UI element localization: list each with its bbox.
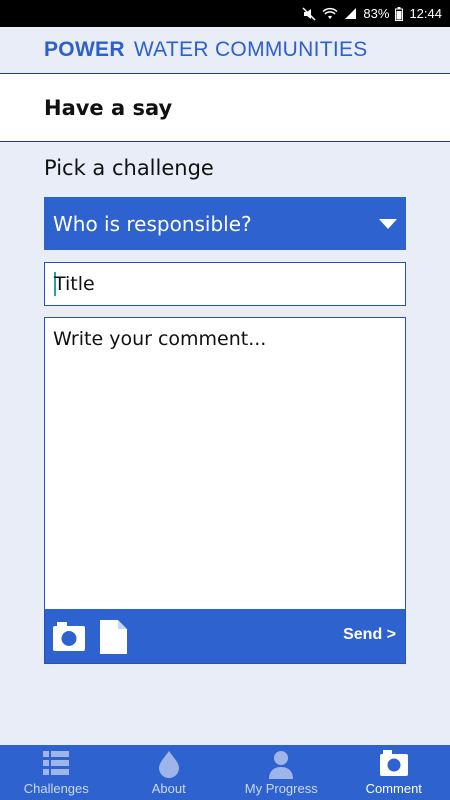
document-icon[interactable] — [99, 619, 128, 659]
nav-label-challenges: Challenges — [23, 781, 89, 796]
title-placeholder: Title — [54, 273, 95, 295]
water-drop-icon — [155, 749, 183, 783]
camera-icon[interactable] — [52, 620, 86, 656]
nav-label-my-progress: My Progress — [244, 781, 318, 796]
page-title-bar: Have a say — [0, 73, 450, 142]
challenge-selected-value: Who is responsible? — [53, 211, 252, 236]
nav-my-progress[interactable]: My Progress — [225, 745, 338, 800]
app-header: POWER WATER COMMUNITIES — [0, 27, 450, 73]
send-button[interactable]: Send > — [343, 626, 396, 644]
challenge-label: Pick a challenge — [44, 156, 214, 180]
wifi-icon — [322, 7, 338, 21]
challenge-dropdown[interactable]: Who is responsible? — [44, 197, 406, 250]
brand-name-bold: POWER — [44, 38, 125, 61]
status-bar: 83% 12:44 — [0, 0, 450, 27]
dropdown-caret-icon — [379, 219, 397, 229]
signal-icon — [344, 7, 357, 20]
comment-placeholder: Write your comment... — [53, 328, 267, 350]
page-title: Have a say — [44, 95, 173, 120]
comment-field[interactable]: Write your comment... Send > — [44, 317, 406, 664]
title-input[interactable]: Title — [44, 262, 406, 306]
nav-comment[interactable]: Comment — [338, 745, 450, 800]
camera-icon — [379, 749, 409, 781]
nav-challenges[interactable]: Challenges — [0, 745, 113, 800]
nav-label-comment: Comment — [365, 781, 422, 796]
bottom-nav: Challenges About My Progress Comment — [0, 745, 450, 800]
mute-icon — [302, 6, 316, 21]
brand-name: WATER COMMUNITIES — [133, 38, 368, 61]
battery-icon — [395, 6, 404, 21]
comment-toolbar: Send > — [45, 609, 405, 663]
person-icon — [267, 749, 295, 783]
status-time: 12:44 — [409, 6, 442, 21]
battery-percent: 83% — [363, 6, 390, 21]
nav-about[interactable]: About — [113, 745, 226, 800]
nav-label-about: About — [151, 781, 186, 796]
list-icon — [42, 749, 70, 781]
